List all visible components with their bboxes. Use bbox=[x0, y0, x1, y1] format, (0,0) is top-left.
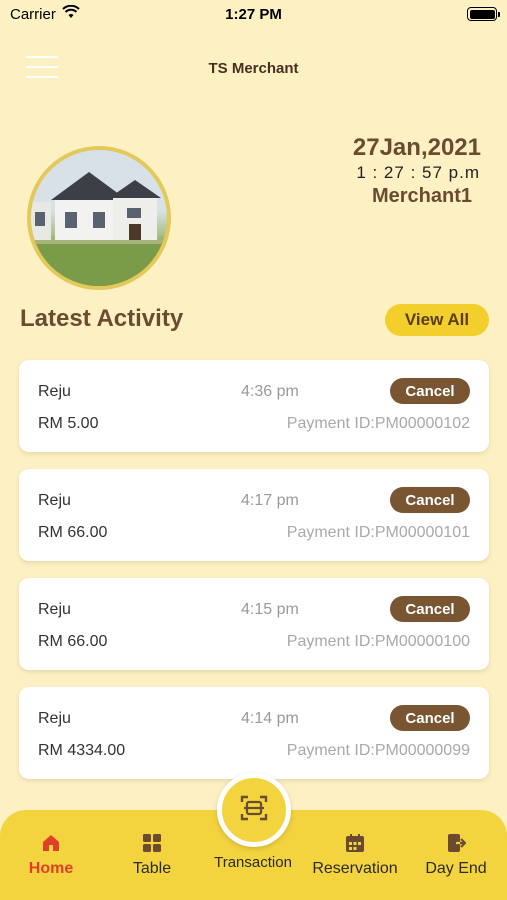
customer-name: Reju bbox=[38, 383, 71, 400]
nav-day-end[interactable]: Day End bbox=[406, 832, 506, 878]
nav-transaction-label: Transaction bbox=[214, 854, 292, 871]
house-image bbox=[31, 150, 167, 286]
cancel-button[interactable]: Cancel bbox=[390, 705, 470, 731]
nav-home[interactable]: Home bbox=[1, 832, 101, 878]
activity-card[interactable]: Reju 4:15 pm RM 66.00 Payment ID:PM00000… bbox=[19, 578, 489, 670]
home-icon bbox=[1, 832, 101, 854]
exit-icon bbox=[406, 832, 506, 854]
cancel-button[interactable]: Cancel bbox=[390, 487, 470, 513]
customer-name: Reju bbox=[38, 710, 71, 727]
current-time: 1 : 27 : 57 p.m bbox=[356, 163, 480, 182]
wifi-icon bbox=[62, 4, 80, 23]
activity-card[interactable]: Reju 4:14 pm RM 4334.00 Payment ID:PM000… bbox=[19, 687, 489, 779]
payment-id: Payment ID:PM00000099 bbox=[286, 742, 470, 759]
activity-card[interactable]: Reju 4:36 pm RM 5.00 Payment ID:PM000001… bbox=[19, 360, 489, 452]
view-all-button[interactable]: View All bbox=[385, 304, 489, 336]
activity-time: 4:36 pm bbox=[241, 383, 299, 400]
current-date: 27Jan,2021 bbox=[352, 134, 481, 161]
activity-amount: RM 5.00 bbox=[38, 415, 99, 432]
nav-table[interactable]: Table bbox=[102, 832, 202, 878]
payment-id: Payment ID:PM00000101 bbox=[286, 524, 470, 541]
app-header: TS Merchant bbox=[0, 48, 507, 88]
payment-id: Payment ID:PM00000102 bbox=[286, 415, 470, 432]
activity-amount: RM 66.00 bbox=[38, 633, 108, 650]
nav-transaction[interactable]: Transaction bbox=[203, 854, 303, 871]
carrier-label: Carrier bbox=[10, 5, 56, 23]
merchant-info: 27Jan,2021 1 : 27 : 57 p.m Merchant1 bbox=[353, 134, 481, 208]
app-title: TS Merchant bbox=[208, 60, 299, 77]
payment-id: Payment ID:PM00000100 bbox=[286, 633, 470, 650]
customer-name: Reju bbox=[38, 492, 71, 509]
nav-home-label: Home bbox=[28, 860, 74, 877]
activity-amount: RM 66.00 bbox=[38, 524, 108, 541]
grid-icon bbox=[102, 832, 202, 854]
activity-amount: RM 4334.00 bbox=[38, 742, 126, 759]
scan-button[interactable] bbox=[217, 773, 291, 847]
activity-time: 4:14 pm bbox=[241, 710, 299, 727]
battery-icon bbox=[467, 7, 500, 21]
nav-table-label: Table bbox=[132, 860, 172, 877]
nav-reservation-label: Reservation bbox=[312, 860, 398, 877]
calendar-icon bbox=[305, 832, 405, 854]
merchant-avatar bbox=[27, 146, 171, 290]
status-bar: Carrier 1:27 PM bbox=[0, 0, 507, 28]
activity-time: 4:17 pm bbox=[241, 492, 299, 509]
cancel-button[interactable]: Cancel bbox=[390, 596, 470, 622]
activity-card[interactable]: Reju 4:17 pm RM 66.00 Payment ID:PM00000… bbox=[19, 469, 489, 561]
merchant-name: Merchant1 bbox=[371, 185, 472, 207]
activity-time: 4:15 pm bbox=[241, 601, 299, 618]
cancel-button[interactable]: Cancel bbox=[390, 378, 470, 404]
customer-name: Reju bbox=[38, 601, 71, 618]
activity-list: Reju 4:36 pm RM 5.00 Payment ID:PM000001… bbox=[19, 360, 489, 796]
scan-icon bbox=[240, 794, 268, 827]
latest-activity-title: Latest Activity bbox=[20, 305, 184, 332]
status-left: Carrier bbox=[10, 4, 80, 23]
nav-day-end-label: Day End bbox=[425, 860, 487, 877]
nav-reservation[interactable]: Reservation bbox=[305, 832, 405, 878]
